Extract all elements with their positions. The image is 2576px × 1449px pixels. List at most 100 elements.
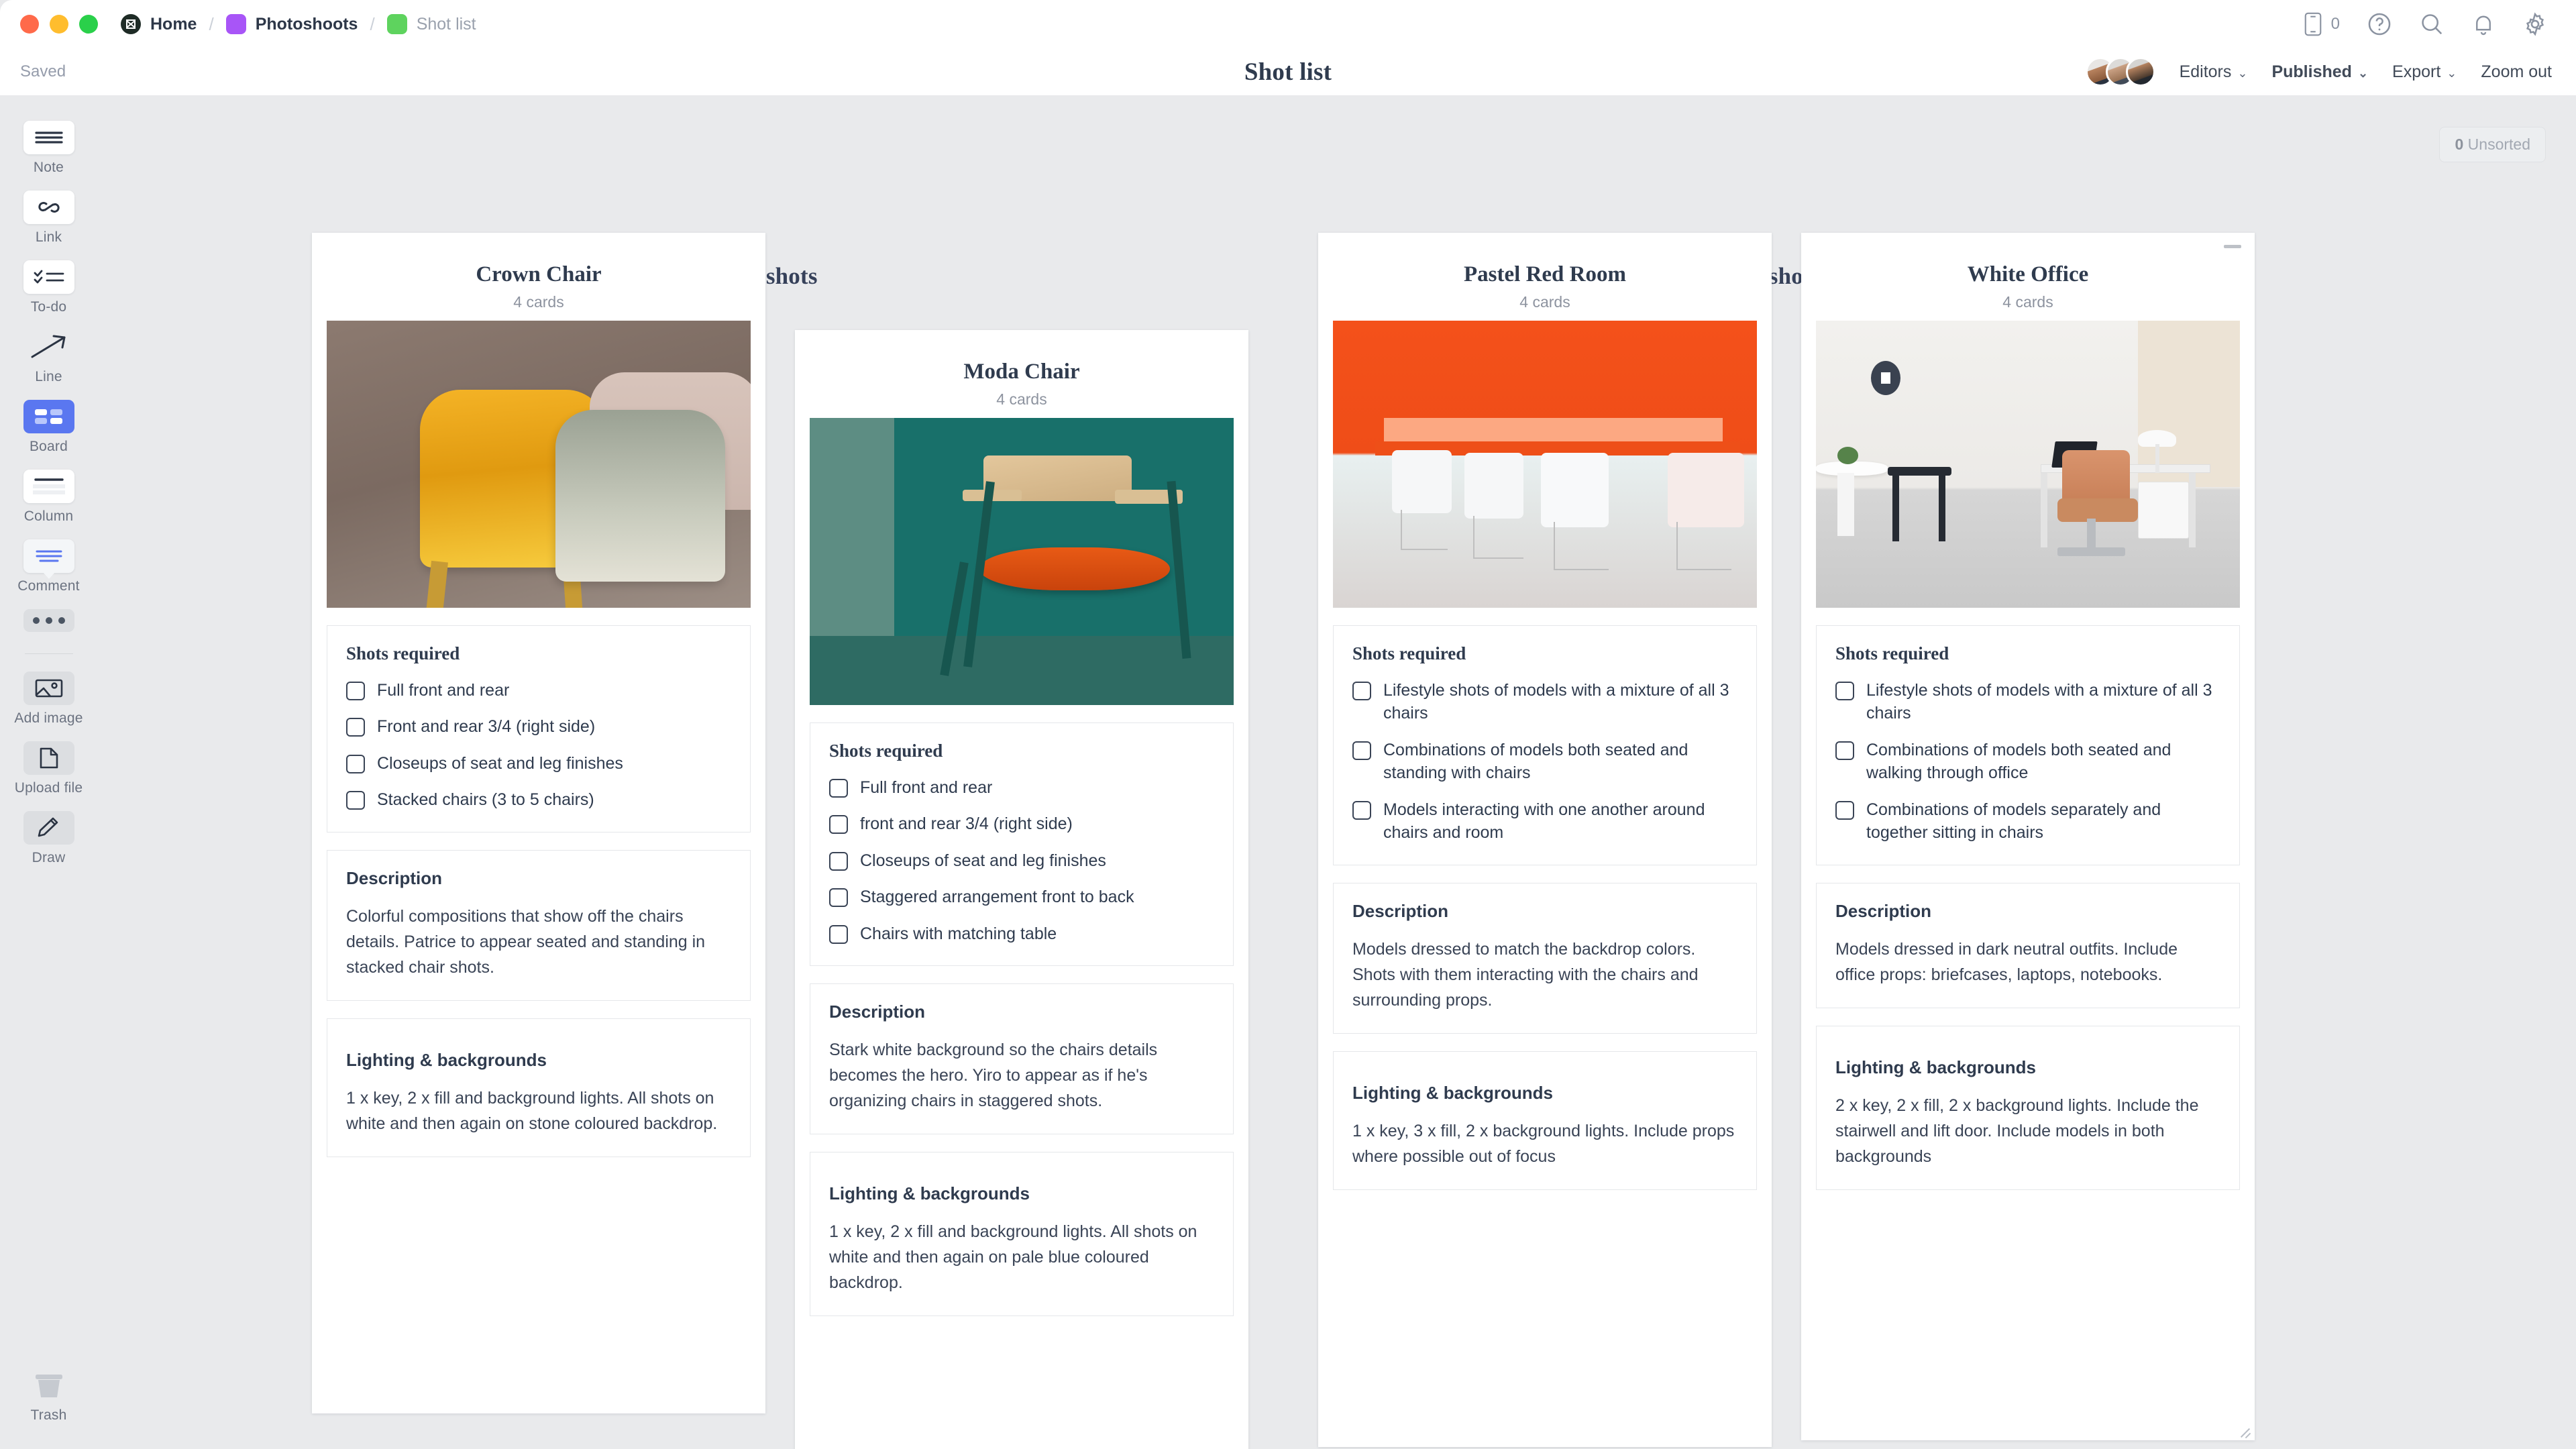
sidebar-tool-comment[interactable]: Comment bbox=[9, 539, 89, 594]
export-dropdown[interactable]: Export ⌄ bbox=[2392, 62, 2457, 82]
unsorted-badge[interactable]: 0 Unsorted bbox=[2439, 127, 2546, 162]
checklist-item[interactable]: Full front and rear bbox=[346, 679, 731, 702]
checkbox[interactable] bbox=[1352, 681, 1371, 700]
checkbox[interactable] bbox=[1835, 681, 1854, 700]
sidebar-tool-board[interactable]: Board bbox=[9, 400, 89, 455]
checkbox[interactable] bbox=[346, 718, 365, 737]
breadcrumb-item-photoshoots[interactable]: Photoshoots bbox=[225, 14, 360, 34]
checklist-item[interactable]: Closeups of seat and leg finishes bbox=[346, 752, 731, 775]
checklist-item[interactable]: Combinations of models separately and to… bbox=[1835, 798, 2220, 845]
lighting-panel: Lighting & backgrounds 1 x key, 2 x fill… bbox=[810, 1152, 1234, 1317]
panel-heading: Shots required bbox=[346, 643, 460, 663]
board-card[interactable]: Pastel Red Room 4 cards Shots required L… bbox=[1318, 233, 1772, 1447]
description-text: Stark white background so the chairs det… bbox=[829, 1040, 1158, 1111]
checklist-item[interactable]: Stacked chairs (3 to 5 chairs) bbox=[346, 788, 731, 812]
breadcrumb-item-home[interactable]: Home bbox=[119, 14, 198, 34]
checklist-label: Closeups of seat and leg finishes bbox=[860, 851, 1106, 870]
checkbox[interactable] bbox=[1835, 741, 1854, 760]
card-subtitle: 4 cards bbox=[996, 390, 1047, 408]
lighting-text: 1 x key, 2 x fill and background lights.… bbox=[346, 1088, 718, 1133]
sidebar-tool-todo[interactable]: To-do bbox=[9, 260, 89, 315]
published-dropdown[interactable]: Published ⌄ bbox=[2271, 62, 2368, 82]
tool-sidebar: Note Link To-do Line Board Column Commen… bbox=[0, 121, 97, 1449]
board-card[interactable]: Moda Chair 4 cards Shots required Full f… bbox=[795, 330, 1248, 1449]
help-icon[interactable] bbox=[2367, 11, 2392, 37]
breadcrumb: Home / Photoshoots / Shot list bbox=[119, 14, 478, 35]
checklist-item[interactable]: Front and rear 3/4 (right side) bbox=[346, 715, 731, 739]
device-preview-button[interactable]: 0 bbox=[2303, 11, 2340, 37]
folder-chip-icon bbox=[225, 14, 246, 34]
sidebar-tool-label: To-do bbox=[30, 299, 67, 315]
lighting-text: 2 x key, 2 x fill, 2 x background lights… bbox=[1835, 1095, 2199, 1166]
board-chip-icon bbox=[386, 14, 407, 34]
sidebar-tool-column[interactable]: Column bbox=[9, 470, 89, 525]
top-bar: Home / Photoshoots / Shot list 0 bbox=[0, 0, 2576, 48]
checklist-label: Combinations of models both seated and w… bbox=[1866, 740, 2171, 783]
chevron-down-icon: ⌄ bbox=[2237, 66, 2248, 80]
board-card[interactable]: Crown Chair 4 cards Shots required Full … bbox=[312, 233, 765, 1413]
checkbox[interactable] bbox=[829, 924, 848, 944]
sidebar-trash[interactable]: Trash bbox=[23, 1368, 74, 1424]
shots-required-panel: Shots required Full front and rear front… bbox=[810, 722, 1234, 967]
lighting-text: 1 x key, 2 x fill and background lights.… bbox=[829, 1222, 1197, 1293]
checkbox[interactable] bbox=[346, 681, 365, 700]
checkbox[interactable] bbox=[829, 815, 848, 835]
checklist-item[interactable]: Closeups of seat and leg finishes bbox=[829, 849, 1214, 873]
board-canvas[interactable]: 0 Unsorted Chair shots Foyer shots Crown… bbox=[97, 95, 2576, 1449]
zoom-out-label: Zoom out bbox=[2481, 62, 2552, 81]
checklist-item[interactable]: Combinations of models both seated and w… bbox=[1835, 739, 2220, 785]
checkbox[interactable] bbox=[346, 754, 365, 773]
sidebar-tool-line[interactable]: Line bbox=[9, 330, 89, 385]
card-drag-handle[interactable] bbox=[2224, 245, 2241, 248]
sidebar-tool-add-image[interactable]: Add image bbox=[9, 672, 89, 727]
sidebar-tool-note[interactable]: Note bbox=[9, 121, 89, 176]
zoom-out-button[interactable]: Zoom out bbox=[2481, 62, 2552, 82]
sidebar-tool-label: Upload file bbox=[14, 780, 83, 796]
bell-icon[interactable] bbox=[2471, 11, 2496, 37]
checklist-item[interactable]: Full front and rear bbox=[829, 776, 1214, 800]
column-icon bbox=[23, 470, 74, 503]
checkbox[interactable] bbox=[1352, 800, 1371, 820]
minimize-window-button[interactable] bbox=[50, 15, 68, 34]
add-image-icon bbox=[23, 672, 74, 705]
checklist-label: Full front and rear bbox=[377, 680, 510, 700]
unsorted-count: 0 bbox=[2455, 136, 2464, 153]
editors-dropdown[interactable]: Editors ⌄ bbox=[2180, 62, 2248, 82]
card-resize-handle[interactable] bbox=[2239, 1425, 2251, 1437]
panel-heading: Description bbox=[1352, 900, 1449, 921]
sidebar-tool-link[interactable]: Link bbox=[9, 191, 89, 246]
checkbox[interactable] bbox=[346, 791, 365, 810]
board-icon bbox=[23, 400, 74, 433]
board-card[interactable]: White Office 4 cards Shots required Life… bbox=[1801, 233, 2255, 1440]
panel-heading: Lighting & backgrounds bbox=[829, 1183, 1030, 1204]
sidebar-trash-label: Trash bbox=[30, 1407, 67, 1423]
checkbox[interactable] bbox=[1352, 741, 1371, 760]
checkbox[interactable] bbox=[829, 851, 848, 871]
checklist-item[interactable]: Lifestyle shots of models with a mixture… bbox=[1352, 679, 1737, 725]
window-traffic-lights[interactable] bbox=[20, 15, 98, 34]
checklist-item[interactable]: Models interacting with one another arou… bbox=[1352, 798, 1737, 845]
breadcrumb-item-shot-list[interactable]: Shot list bbox=[386, 14, 478, 34]
checkbox[interactable] bbox=[1835, 800, 1854, 820]
sidebar-more-options[interactable] bbox=[9, 609, 89, 632]
checklist-item[interactable]: front and rear 3/4 (right side) bbox=[829, 812, 1214, 836]
card-photo-yellow-and-grey-chairs bbox=[327, 320, 751, 608]
panel-heading: Lighting & backgrounds bbox=[1835, 1057, 2036, 1077]
close-window-button[interactable] bbox=[20, 15, 39, 34]
sidebar-tool-upload-file[interactable]: Upload file bbox=[9, 741, 89, 796]
avatar[interactable] bbox=[2125, 57, 2155, 87]
checklist-item[interactable]: Lifestyle shots of models with a mixture… bbox=[1835, 679, 2220, 725]
checklist-item[interactable]: Chairs with matching table bbox=[829, 922, 1214, 946]
sidebar-tool-draw[interactable]: Draw bbox=[9, 811, 89, 866]
checklist-item[interactable]: Staggered arrangement front to back bbox=[829, 885, 1214, 909]
description-panel: Description Models dressed to match the … bbox=[1333, 882, 1757, 1034]
editor-avatars[interactable] bbox=[2085, 57, 2155, 87]
checkbox[interactable] bbox=[829, 778, 848, 798]
gear-icon[interactable] bbox=[2522, 11, 2548, 37]
top-bar-actions: 0 bbox=[2303, 11, 2548, 37]
maximize-window-button[interactable] bbox=[79, 15, 98, 34]
sidebar-tool-label: Note bbox=[33, 160, 64, 175]
search-icon[interactable] bbox=[2419, 11, 2445, 37]
checklist-item[interactable]: Combinations of models both seated and s… bbox=[1352, 739, 1737, 785]
checkbox[interactable] bbox=[829, 888, 848, 908]
